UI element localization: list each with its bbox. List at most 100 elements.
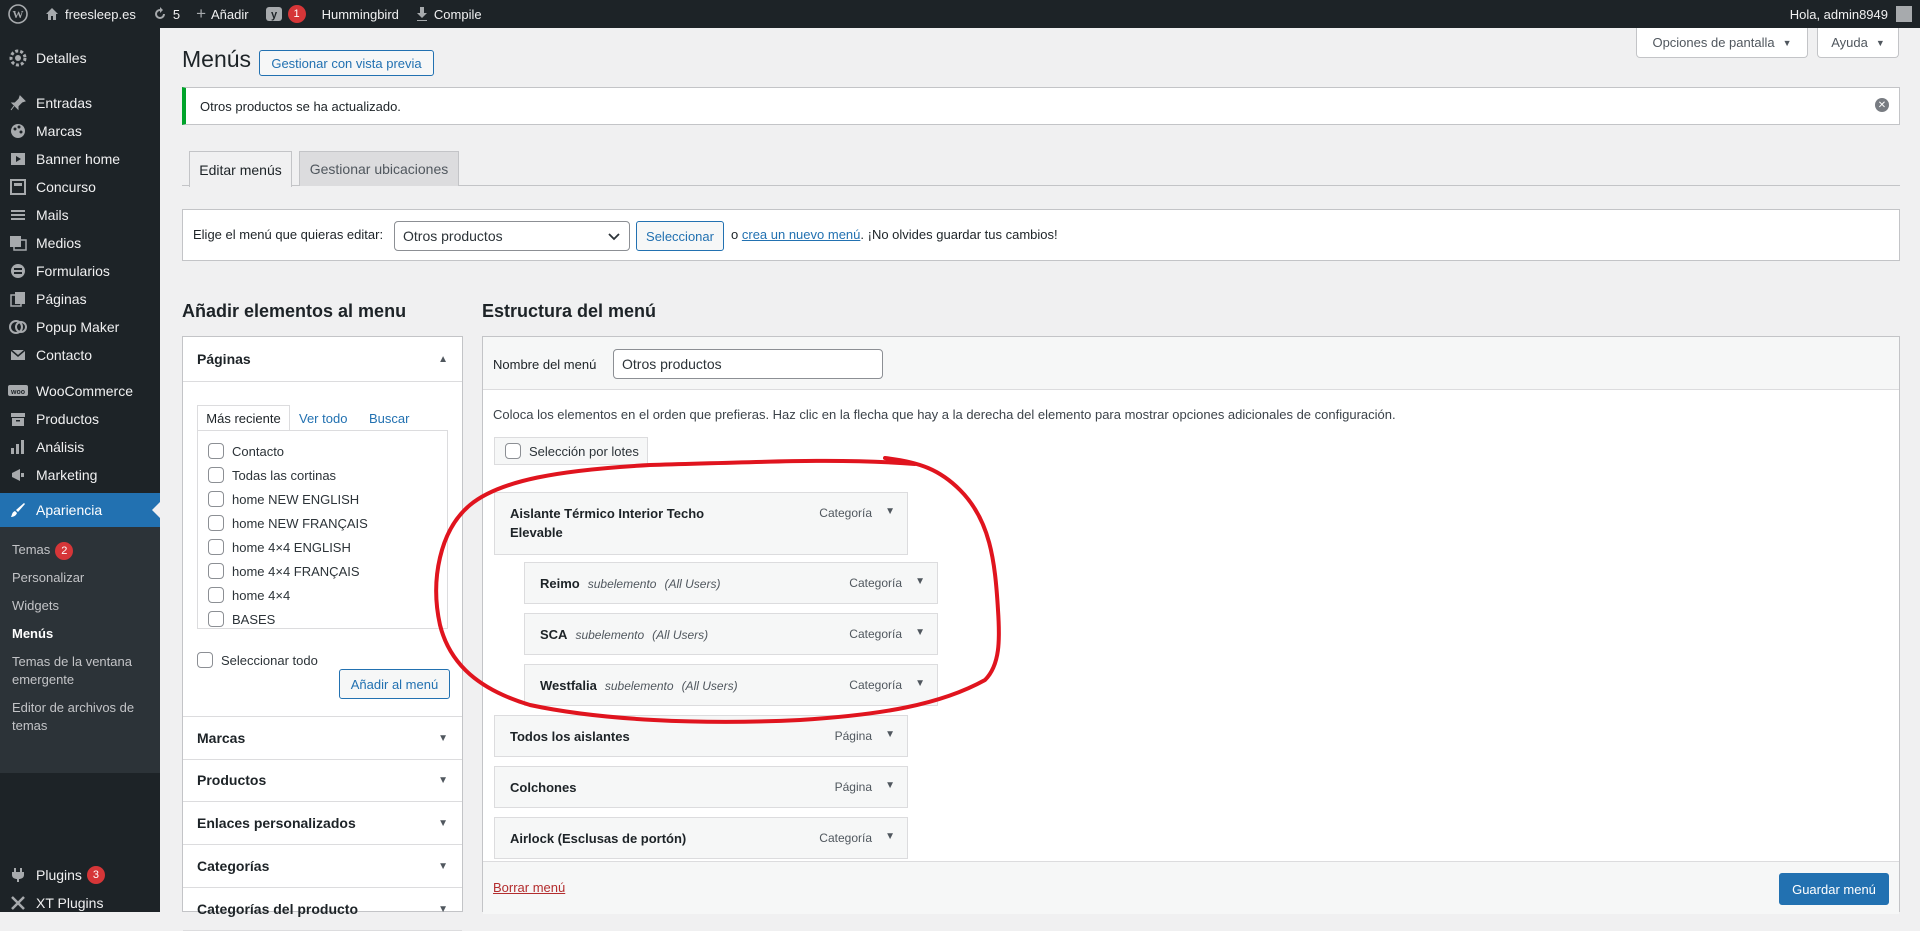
menu-select-dropdown[interactable]: Otros productos (394, 221, 630, 251)
menu-item[interactable]: SCA subelemento (All Users) Categoría ▼ (524, 613, 938, 655)
wordpress-logo-icon[interactable]: W (0, 0, 36, 28)
submenu-item-personalizar[interactable]: Personalizar (12, 569, 152, 587)
sidebar-item-marketing[interactable]: Marketing (0, 458, 160, 492)
menu-name-input[interactable]: Otros productos (613, 349, 883, 379)
greeting: Hola, admin8949 (1789, 6, 1888, 22)
chevron-down-icon (607, 229, 621, 246)
bulk-select-checkbox[interactable] (505, 443, 521, 459)
tab-search[interactable]: Buscar (369, 411, 409, 426)
sidebar-item-label: Concurso (36, 179, 96, 195)
caret-down-icon: ▼ (438, 817, 448, 829)
section-categorias[interactable]: Categorías ▼ (183, 845, 462, 888)
my-account[interactable]: Hola, admin8949 (1790, 0, 1912, 28)
menu-item-type: Categoría (849, 627, 902, 641)
menu-item[interactable]: Airlock (Esclusas de portón) Categoría ▼ (494, 817, 908, 859)
select-menu-button[interactable]: Seleccionar (636, 221, 724, 251)
submenu-item-menus[interactable]: Menús (12, 625, 152, 643)
hummingbird-link[interactable]: Hummingbird (314, 0, 407, 28)
screen-options-label: Opciones de pantalla (1652, 35, 1775, 50)
page-checkbox[interactable] (208, 587, 224, 603)
sidebar-item-label: WooCommerce (36, 383, 133, 399)
compile-label: Compile (433, 6, 482, 22)
pin-icon (0, 94, 36, 112)
section-custom-links[interactable]: Enlaces personalizados ▼ (183, 802, 462, 845)
sidebar-item-label: Plugins (36, 867, 82, 883)
page-label: home NEW FRANÇAIS (232, 516, 368, 531)
menu-item[interactable]: Westfalia subelemento (All Users) Categorí… (524, 664, 938, 706)
menu-item[interactable]: Reimo subelemento (All Users) Categoría ▼ (524, 562, 938, 604)
caret-down-icon[interactable]: ▼ (885, 506, 895, 517)
submenu-item-theme-editor[interactable]: Editor de archivos de temas (12, 699, 152, 735)
menu-item[interactable]: Todos los aislantes Página ▼ (494, 715, 908, 757)
new-content-link[interactable]: + Añadir (188, 0, 257, 28)
caret-down-icon[interactable]: ▼ (885, 729, 895, 740)
sidebar-item-contacto[interactable]: Contacto (0, 338, 160, 372)
yoast-link[interactable]: y 1 (257, 0, 314, 28)
caret-down-icon[interactable]: ▼ (885, 831, 895, 842)
plugin-icon (0, 867, 36, 883)
chart-icon (0, 439, 36, 455)
sidebar-item-xt-plugins[interactable]: XT Plugins (0, 886, 160, 920)
hummingbird-label: Hummingbird (321, 6, 399, 22)
dismiss-icon[interactable]: ✕ (1875, 98, 1889, 112)
menu-select-label: Elige el menú que quieras editar: (193, 227, 384, 242)
submenu-item-popup-themes[interactable]: Temas de la ventana emergente (12, 653, 152, 689)
caret-down-icon[interactable]: ▼ (915, 678, 925, 689)
add-to-menu-button[interactable]: Añadir al menú (339, 669, 450, 699)
save-menu-button[interactable]: Guardar menú (1779, 873, 1889, 905)
caret-down-icon: ▼ (438, 860, 448, 872)
page-checkbox[interactable] (208, 539, 224, 555)
page-checkbox[interactable] (208, 515, 224, 531)
caret-down-icon[interactable]: ▼ (885, 780, 895, 791)
section-title: Marcas (197, 730, 246, 746)
caret-down-icon[interactable]: ▼ (915, 576, 925, 587)
page-checkbox[interactable] (208, 443, 224, 459)
page-checkbox[interactable] (208, 563, 224, 579)
compile-link[interactable]: Compile (407, 0, 490, 28)
menu-item-title: Westfalia subelemento (All Users) (540, 676, 738, 696)
delete-menu-link[interactable]: Borrar menú (493, 880, 565, 895)
svg-text:woo: woo (10, 389, 25, 396)
select-all-checkbox[interactable] (197, 652, 213, 668)
manage-with-preview-button[interactable]: Gestionar con vista previa (259, 50, 434, 76)
bulk-select-toggle[interactable]: Selección por lotes (494, 437, 648, 465)
page-label: home 4×4 FRANÇAIS (232, 564, 360, 579)
help-button[interactable]: Ayuda ▼ (1817, 28, 1899, 58)
section-productos[interactable]: Productos ▼ (183, 759, 462, 802)
sidebar-item-detalles[interactable]: Detalles (0, 41, 160, 75)
page-checkbox[interactable] (208, 611, 224, 627)
tab-edit-menus[interactable]: Editar menús (189, 151, 292, 187)
menu-item[interactable]: Colchones Página ▼ (494, 766, 908, 808)
menu-item[interactable]: Aislante Térmico Interior Techo Elevable… (494, 492, 908, 555)
updates-count: 5 (172, 6, 181, 22)
pages-section-header[interactable]: Páginas ▲ (183, 337, 462, 382)
updates-link[interactable]: 5 (144, 0, 188, 28)
mail-icon (0, 348, 36, 362)
submenu-label: Temas (12, 542, 51, 557)
tab-view-all[interactable]: Ver todo (299, 411, 347, 426)
create-new-menu-link[interactable]: crea un nuevo menú (742, 227, 861, 242)
tab-most-recent[interactable]: Más reciente (197, 405, 290, 431)
site-name-link[interactable]: freesleep.es (36, 0, 144, 28)
megaphone-icon (0, 467, 36, 483)
sidebar-item-label: Medios (36, 235, 82, 251)
yoast-icon: y (265, 5, 283, 23)
sidebar-item-apariencia[interactable]: Apariencia (0, 493, 160, 527)
page-checkbox[interactable] (208, 467, 224, 483)
add-items-accordion: Páginas ▲ Más reciente Ver todo Buscar C… (182, 336, 463, 931)
menu-item-title: Todos los aislantes (510, 729, 630, 744)
section-marcas[interactable]: Marcas ▼ (183, 716, 462, 760)
svg-text:W: W (13, 9, 24, 21)
sidebar-item-label: Popup Maker (36, 319, 120, 335)
visibility-label: (All Users) (681, 679, 738, 693)
screen-options-button[interactable]: Opciones de pantalla ▼ (1636, 28, 1808, 58)
section-product-categories[interactable]: Categorías del producto ▼ (183, 888, 462, 931)
sidebar-item-label: Marcas (36, 123, 82, 139)
caret-down-icon[interactable]: ▼ (915, 627, 925, 638)
menu-structure-heading: Estructura del menú (482, 301, 657, 321)
page-checkbox[interactable] (208, 491, 224, 507)
tab-manage-locations[interactable]: Gestionar ubicaciones (299, 151, 459, 186)
pages-icon (0, 291, 36, 307)
submenu-item-widgets[interactable]: Widgets (12, 597, 152, 615)
submenu-item-temas[interactable]: Temas 2 (12, 541, 152, 560)
